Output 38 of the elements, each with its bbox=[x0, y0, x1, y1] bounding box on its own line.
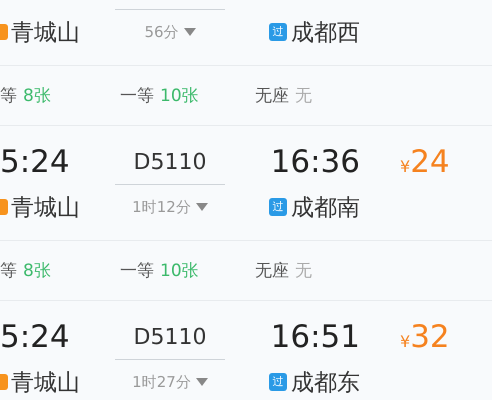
price: ¥32 bbox=[400, 319, 450, 355]
arrival-station: 成都东 bbox=[291, 368, 360, 398]
start-badge-icon bbox=[0, 199, 8, 215]
train-number: D5110 bbox=[132, 150, 208, 174]
departure-station: 青城山 bbox=[11, 18, 80, 48]
pass-through-badge: 过 bbox=[269, 23, 287, 41]
seat-class: 一等 bbox=[120, 260, 154, 282]
seat-count: 无 bbox=[295, 260, 312, 282]
start-badge-icon bbox=[0, 24, 8, 40]
arrival-station: 成都南 bbox=[291, 194, 360, 222]
departure-time: 5:24 bbox=[0, 144, 71, 180]
caret-icon bbox=[196, 378, 208, 386]
arrival-station: 成都西 bbox=[291, 18, 360, 48]
arrival-time: 16:51 bbox=[270, 319, 360, 355]
seat-class: 等 bbox=[0, 260, 17, 282]
arrival-time: 16:36 bbox=[270, 144, 360, 180]
seat-count: 无 bbox=[295, 85, 312, 107]
seat-count: 8张 bbox=[23, 260, 51, 282]
start-badge-icon bbox=[0, 374, 8, 390]
seat-class: 等 bbox=[0, 85, 17, 107]
duration-toggle[interactable]: 1时27分 bbox=[115, 372, 225, 392]
seat-count: 10张 bbox=[160, 260, 199, 282]
departure-station: 青城山 bbox=[11, 368, 80, 398]
price: ¥24 bbox=[400, 144, 450, 180]
seat-class: 一等 bbox=[120, 85, 154, 107]
seat-count: 10张 bbox=[160, 85, 199, 107]
train-number: D5110 bbox=[132, 324, 208, 350]
departure-station: 青城山 bbox=[11, 194, 80, 222]
caret-icon bbox=[196, 203, 208, 211]
duration-toggle[interactable]: 1时12分 bbox=[115, 198, 225, 216]
seat-class: 无座 bbox=[255, 260, 289, 282]
duration-toggle[interactable]: 56分 bbox=[115, 22, 225, 42]
caret-icon bbox=[184, 28, 196, 36]
pass-through-badge: 过 bbox=[269, 198, 287, 216]
seat-class: 无座 bbox=[255, 85, 289, 107]
pass-through-badge: 过 bbox=[269, 373, 287, 391]
departure-time: 5:24 bbox=[0, 319, 71, 355]
seat-count: 8张 bbox=[23, 85, 51, 107]
